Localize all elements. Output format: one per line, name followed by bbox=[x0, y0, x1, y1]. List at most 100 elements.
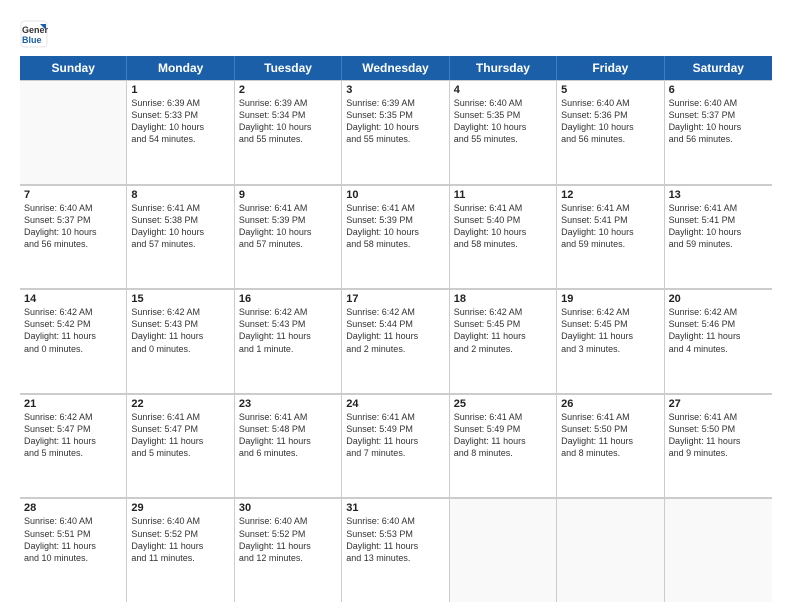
weekday-header: Tuesday bbox=[235, 56, 342, 80]
calendar-cell: 25Sunrise: 6:41 AM Sunset: 5:49 PM Dayli… bbox=[450, 394, 557, 498]
calendar-row: 21Sunrise: 6:42 AM Sunset: 5:47 PM Dayli… bbox=[20, 394, 772, 499]
svg-text:Blue: Blue bbox=[22, 35, 42, 45]
calendar-cell: 12Sunrise: 6:41 AM Sunset: 5:41 PM Dayli… bbox=[557, 185, 664, 289]
weekday-header: Saturday bbox=[665, 56, 772, 80]
calendar-cell: 14Sunrise: 6:42 AM Sunset: 5:42 PM Dayli… bbox=[20, 289, 127, 393]
calendar-cell: 2Sunrise: 6:39 AM Sunset: 5:34 PM Daylig… bbox=[235, 80, 342, 184]
calendar-cell: 10Sunrise: 6:41 AM Sunset: 5:39 PM Dayli… bbox=[342, 185, 449, 289]
calendar-row: 1Sunrise: 6:39 AM Sunset: 5:33 PM Daylig… bbox=[20, 80, 772, 185]
weekday-header: Sunday bbox=[20, 56, 127, 80]
day-number: 11 bbox=[454, 189, 552, 201]
calendar-cell bbox=[20, 80, 127, 184]
calendar-cell: 17Sunrise: 6:42 AM Sunset: 5:44 PM Dayli… bbox=[342, 289, 449, 393]
day-number: 13 bbox=[669, 189, 768, 201]
header: General Blue bbox=[20, 16, 772, 48]
day-number: 9 bbox=[239, 189, 337, 201]
day-number: 28 bbox=[24, 502, 122, 514]
calendar-cell: 16Sunrise: 6:42 AM Sunset: 5:43 PM Dayli… bbox=[235, 289, 342, 393]
calendar-cell: 29Sunrise: 6:40 AM Sunset: 5:52 PM Dayli… bbox=[127, 498, 234, 602]
calendar-cell: 20Sunrise: 6:42 AM Sunset: 5:46 PM Dayli… bbox=[665, 289, 772, 393]
calendar-cell bbox=[450, 498, 557, 602]
day-number: 22 bbox=[131, 398, 229, 410]
day-number: 8 bbox=[131, 189, 229, 201]
calendar-cell: 8Sunrise: 6:41 AM Sunset: 5:38 PM Daylig… bbox=[127, 185, 234, 289]
logo: General Blue bbox=[20, 20, 52, 48]
day-number: 23 bbox=[239, 398, 337, 410]
calendar-header: SundayMondayTuesdayWednesdayThursdayFrid… bbox=[20, 56, 772, 80]
cell-info: Sunrise: 6:41 AM Sunset: 5:41 PM Dayligh… bbox=[669, 202, 768, 251]
calendar-cell bbox=[557, 498, 664, 602]
calendar-cell: 27Sunrise: 6:41 AM Sunset: 5:50 PM Dayli… bbox=[665, 394, 772, 498]
cell-info: Sunrise: 6:41 AM Sunset: 5:39 PM Dayligh… bbox=[239, 202, 337, 251]
calendar-cell: 19Sunrise: 6:42 AM Sunset: 5:45 PM Dayli… bbox=[557, 289, 664, 393]
day-number: 18 bbox=[454, 293, 552, 305]
weekday-header: Monday bbox=[127, 56, 234, 80]
cell-info: Sunrise: 6:40 AM Sunset: 5:37 PM Dayligh… bbox=[669, 97, 768, 146]
cell-info: Sunrise: 6:40 AM Sunset: 5:52 PM Dayligh… bbox=[239, 515, 337, 564]
day-number: 15 bbox=[131, 293, 229, 305]
calendar-cell: 11Sunrise: 6:41 AM Sunset: 5:40 PM Dayli… bbox=[450, 185, 557, 289]
day-number: 14 bbox=[24, 293, 122, 305]
logo-icon: General Blue bbox=[20, 20, 48, 48]
cell-info: Sunrise: 6:40 AM Sunset: 5:37 PM Dayligh… bbox=[24, 202, 122, 251]
calendar-cell: 4Sunrise: 6:40 AM Sunset: 5:35 PM Daylig… bbox=[450, 80, 557, 184]
calendar-cell: 26Sunrise: 6:41 AM Sunset: 5:50 PM Dayli… bbox=[557, 394, 664, 498]
calendar-cell: 7Sunrise: 6:40 AM Sunset: 5:37 PM Daylig… bbox=[20, 185, 127, 289]
day-number: 26 bbox=[561, 398, 659, 410]
calendar-cell: 6Sunrise: 6:40 AM Sunset: 5:37 PM Daylig… bbox=[665, 80, 772, 184]
cell-info: Sunrise: 6:41 AM Sunset: 5:38 PM Dayligh… bbox=[131, 202, 229, 251]
day-number: 6 bbox=[669, 84, 768, 96]
day-number: 25 bbox=[454, 398, 552, 410]
day-number: 10 bbox=[346, 189, 444, 201]
cell-info: Sunrise: 6:39 AM Sunset: 5:34 PM Dayligh… bbox=[239, 97, 337, 146]
cell-info: Sunrise: 6:40 AM Sunset: 5:35 PM Dayligh… bbox=[454, 97, 552, 146]
weekday-header: Thursday bbox=[450, 56, 557, 80]
calendar-cell: 9Sunrise: 6:41 AM Sunset: 5:39 PM Daylig… bbox=[235, 185, 342, 289]
page: General Blue SundayMondayTuesdayWednesda… bbox=[0, 0, 792, 612]
day-number: 20 bbox=[669, 293, 768, 305]
calendar-cell: 31Sunrise: 6:40 AM Sunset: 5:53 PM Dayli… bbox=[342, 498, 449, 602]
day-number: 1 bbox=[131, 84, 229, 96]
cell-info: Sunrise: 6:40 AM Sunset: 5:36 PM Dayligh… bbox=[561, 97, 659, 146]
cell-info: Sunrise: 6:42 AM Sunset: 5:47 PM Dayligh… bbox=[24, 411, 122, 460]
cell-info: Sunrise: 6:42 AM Sunset: 5:43 PM Dayligh… bbox=[131, 306, 229, 355]
calendar-body: 1Sunrise: 6:39 AM Sunset: 5:33 PM Daylig… bbox=[20, 80, 772, 602]
cell-info: Sunrise: 6:41 AM Sunset: 5:49 PM Dayligh… bbox=[454, 411, 552, 460]
calendar-row: 28Sunrise: 6:40 AM Sunset: 5:51 PM Dayli… bbox=[20, 498, 772, 602]
cell-info: Sunrise: 6:42 AM Sunset: 5:44 PM Dayligh… bbox=[346, 306, 444, 355]
calendar-cell: 22Sunrise: 6:41 AM Sunset: 5:47 PM Dayli… bbox=[127, 394, 234, 498]
weekday-header: Friday bbox=[557, 56, 664, 80]
cell-info: Sunrise: 6:40 AM Sunset: 5:51 PM Dayligh… bbox=[24, 515, 122, 564]
day-number: 29 bbox=[131, 502, 229, 514]
cell-info: Sunrise: 6:42 AM Sunset: 5:42 PM Dayligh… bbox=[24, 306, 122, 355]
day-number: 31 bbox=[346, 502, 444, 514]
cell-info: Sunrise: 6:42 AM Sunset: 5:46 PM Dayligh… bbox=[669, 306, 768, 355]
calendar-row: 14Sunrise: 6:42 AM Sunset: 5:42 PM Dayli… bbox=[20, 289, 772, 394]
day-number: 2 bbox=[239, 84, 337, 96]
cell-info: Sunrise: 6:41 AM Sunset: 5:50 PM Dayligh… bbox=[561, 411, 659, 460]
calendar-cell: 24Sunrise: 6:41 AM Sunset: 5:49 PM Dayli… bbox=[342, 394, 449, 498]
cell-info: Sunrise: 6:40 AM Sunset: 5:53 PM Dayligh… bbox=[346, 515, 444, 564]
cell-info: Sunrise: 6:42 AM Sunset: 5:45 PM Dayligh… bbox=[561, 306, 659, 355]
day-number: 16 bbox=[239, 293, 337, 305]
calendar-cell bbox=[665, 498, 772, 602]
cell-info: Sunrise: 6:41 AM Sunset: 5:50 PM Dayligh… bbox=[669, 411, 768, 460]
calendar-cell: 28Sunrise: 6:40 AM Sunset: 5:51 PM Dayli… bbox=[20, 498, 127, 602]
cell-info: Sunrise: 6:41 AM Sunset: 5:48 PM Dayligh… bbox=[239, 411, 337, 460]
calendar-cell: 23Sunrise: 6:41 AM Sunset: 5:48 PM Dayli… bbox=[235, 394, 342, 498]
cell-info: Sunrise: 6:39 AM Sunset: 5:33 PM Dayligh… bbox=[131, 97, 229, 146]
calendar-cell: 30Sunrise: 6:40 AM Sunset: 5:52 PM Dayli… bbox=[235, 498, 342, 602]
cell-info: Sunrise: 6:39 AM Sunset: 5:35 PM Dayligh… bbox=[346, 97, 444, 146]
day-number: 24 bbox=[346, 398, 444, 410]
calendar-cell: 1Sunrise: 6:39 AM Sunset: 5:33 PM Daylig… bbox=[127, 80, 234, 184]
calendar: SundayMondayTuesdayWednesdayThursdayFrid… bbox=[20, 56, 772, 602]
day-number: 4 bbox=[454, 84, 552, 96]
cell-info: Sunrise: 6:42 AM Sunset: 5:43 PM Dayligh… bbox=[239, 306, 337, 355]
calendar-cell: 5Sunrise: 6:40 AM Sunset: 5:36 PM Daylig… bbox=[557, 80, 664, 184]
calendar-row: 7Sunrise: 6:40 AM Sunset: 5:37 PM Daylig… bbox=[20, 185, 772, 290]
day-number: 5 bbox=[561, 84, 659, 96]
cell-info: Sunrise: 6:41 AM Sunset: 5:41 PM Dayligh… bbox=[561, 202, 659, 251]
calendar-cell: 21Sunrise: 6:42 AM Sunset: 5:47 PM Dayli… bbox=[20, 394, 127, 498]
day-number: 21 bbox=[24, 398, 122, 410]
calendar-cell: 18Sunrise: 6:42 AM Sunset: 5:45 PM Dayli… bbox=[450, 289, 557, 393]
